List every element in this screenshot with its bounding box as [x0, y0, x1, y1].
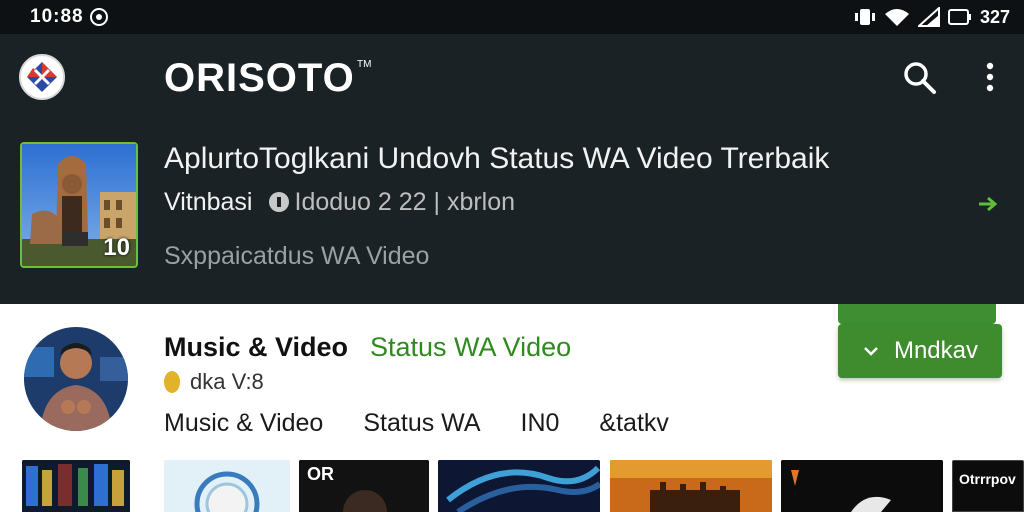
- app-logo[interactable]: [19, 54, 65, 100]
- more-options-button[interactable]: [975, 58, 1005, 98]
- thumbnail-image: [164, 460, 290, 512]
- subscribe-strip: [838, 304, 996, 324]
- status-time: 10:88: [30, 6, 84, 27]
- vibrate-icon: [854, 9, 875, 25]
- thumbnail-image: [781, 460, 943, 512]
- video-thumbnail[interactable]: [164, 460, 290, 512]
- more-vertical-icon: [986, 62, 994, 92]
- featured-meta-value: Idoduo 2 22 | xbrlon: [294, 187, 516, 216]
- tab-status-wa[interactable]: Status WA: [363, 409, 480, 438]
- subscribe-label: Mndkav: [893, 337, 979, 364]
- video-thumbnail[interactable]: [610, 460, 772, 512]
- battery-icon: [947, 9, 971, 25]
- status-icons: 327: [854, 6, 1010, 28]
- video-thumbnail[interactable]: [22, 460, 130, 512]
- logo-icon: [27, 62, 57, 92]
- channel-section: Music & Video Status WA Video dka V:8 Mn…: [0, 304, 1024, 460]
- tab-music-video[interactable]: Music & Video: [164, 409, 323, 438]
- thumbnail-label: Otrrrpov: [959, 471, 1016, 487]
- info-icon: [268, 192, 289, 212]
- channel-subtitle-text: dka V:8: [190, 369, 264, 394]
- featured-video-card[interactable]: 10 AplurtoToglkani Undovh Status WA Vide…: [0, 126, 1024, 304]
- avatar-image: [24, 327, 128, 431]
- channel-tag[interactable]: Status WA Video: [370, 332, 571, 363]
- thumbnail-label: OR: [307, 464, 334, 484]
- search-button[interactable]: [900, 58, 940, 98]
- app-bar: ORISOTO TM: [0, 34, 1024, 126]
- record-icon: [90, 8, 108, 26]
- thumbnail-image: [610, 460, 772, 512]
- channel-subtitle: dka V:8: [164, 368, 264, 396]
- featured-meta: Vitnbasi Idoduo 2 22 | xbrlon: [164, 186, 515, 218]
- video-thumbnail[interactable]: OR: [299, 460, 429, 512]
- coin-icon: [164, 371, 180, 393]
- featured-title[interactable]: AplurtoToglkani Undovh Status WA Video T…: [164, 142, 829, 176]
- thumbnail-number: 10: [103, 234, 130, 261]
- status-bar: 10:88 327: [0, 0, 1024, 34]
- video-grid: OR Otrrrpov: [0, 460, 1024, 512]
- channel-avatar[interactable]: [24, 327, 128, 431]
- featured-thumbnail[interactable]: 10: [20, 142, 138, 268]
- trademark-label: TM: [357, 59, 372, 70]
- search-icon: [904, 62, 936, 94]
- app-title: ORISOTO: [164, 56, 355, 100]
- open-arrow-button[interactable]: [975, 192, 999, 216]
- chevron-down-icon: [864, 347, 878, 356]
- featured-meta-label: Vitnbasi: [164, 187, 253, 216]
- featured-subtitle: Sxppaicatdus WA Video: [164, 242, 430, 270]
- wifi-icon: [884, 9, 909, 26]
- channel-name[interactable]: Music & Video: [164, 332, 348, 363]
- video-thumbnail[interactable]: [781, 460, 943, 512]
- tab-in0[interactable]: IN0: [521, 409, 560, 438]
- channel-tabs: Music & Video Status WA IN0 &tatkv: [164, 406, 709, 440]
- video-thumbnail[interactable]: Otrrrpov: [952, 460, 1024, 512]
- video-thumbnail[interactable]: [438, 460, 600, 512]
- thumbnail-image: [438, 460, 600, 512]
- signal-icon: [917, 7, 940, 27]
- subscribe-button[interactable]: Mndkav: [838, 324, 1002, 378]
- tab-tatkv[interactable]: &tatkv: [599, 409, 668, 438]
- battery-level: 327: [979, 6, 1010, 27]
- arrow-right-icon: [979, 196, 998, 212]
- thumbnail-image: [22, 460, 130, 512]
